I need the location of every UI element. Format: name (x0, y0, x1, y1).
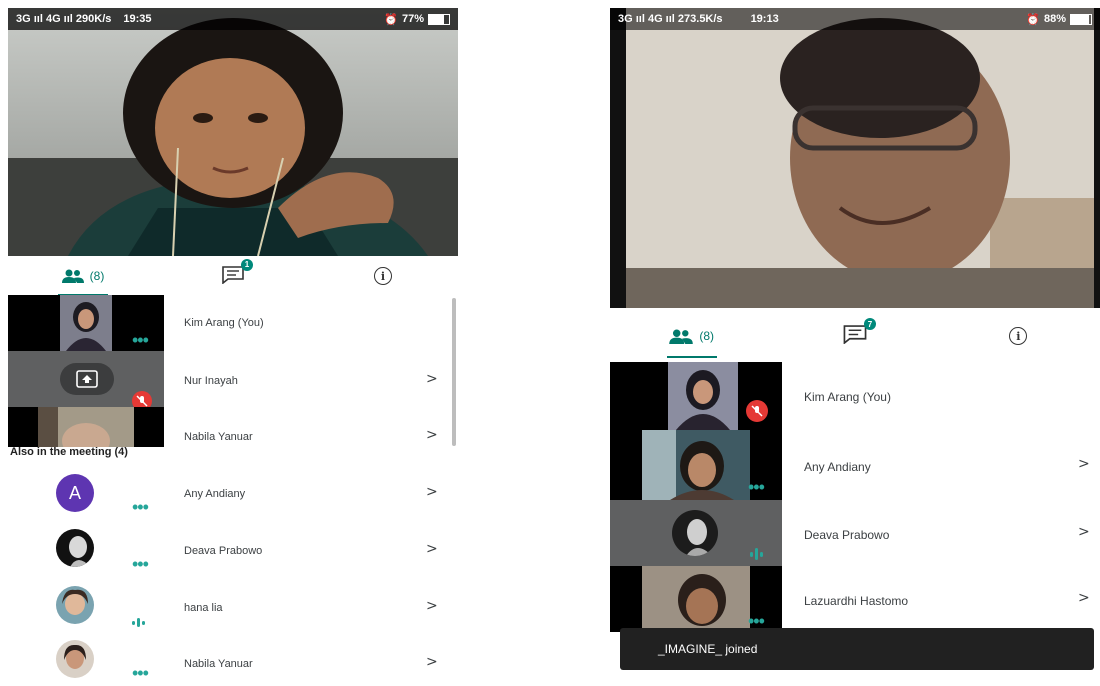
network-status: 3G ııl 4G ııl 273.5K/s (618, 13, 723, 25)
clock: 19:35 (123, 13, 152, 25)
people-count: (8) (699, 329, 714, 343)
clock: 19:13 (750, 13, 779, 25)
tab-info[interactable]: i (937, 314, 1100, 358)
more-options-icon[interactable]: ••• (748, 478, 765, 496)
participant-row[interactable]: Nur Inayah > (8, 351, 458, 407)
left-phone-screen: 3G ııl 4G ııl 290K/s 19:35 ⏰ 77% (8) 1 i… (8, 8, 458, 680)
participant-video-thumb (8, 407, 164, 447)
chevron-right-icon[interactable]: > (1078, 590, 1090, 606)
chat-icon: 1 (222, 258, 253, 287)
screen-share-thumb (8, 351, 164, 407)
main-video-feed[interactable] (8, 8, 458, 256)
battery-icon (428, 13, 450, 25)
join-notification-toast: _IMAGINE_ joined (620, 628, 1094, 670)
participant-row[interactable]: Kim Arang (You) (610, 362, 1100, 430)
chevron-right-icon[interactable]: > (426, 541, 438, 557)
mic-off-icon (132, 391, 152, 407)
avatar (56, 586, 94, 624)
chevron-right-icon[interactable]: > (426, 427, 438, 443)
battery-percent: 88% (1043, 13, 1066, 25)
also-in-meeting-header: Also in the meeting (4) (10, 446, 128, 458)
tab-chat[interactable]: 1 (158, 256, 308, 296)
speaking-indicator-icon (750, 548, 763, 560)
participant-name: Nur Inayah (184, 375, 238, 387)
participant-name: Deava Prabowo (184, 545, 263, 557)
participant-name: hana lia (184, 602, 223, 614)
status-bar: 3G ııl 4G ııl 273.5K/s 19:13 ⏰ 88% (610, 8, 1100, 30)
battery-percent: 77% (401, 13, 424, 25)
chevron-right-icon[interactable]: > (1078, 456, 1090, 472)
tab-chat[interactable]: 7 (773, 314, 936, 358)
avatar: A (56, 474, 94, 512)
battery-icon (1070, 13, 1092, 25)
tab-people[interactable]: (8) (8, 256, 158, 296)
toast-message: _IMAGINE_ joined (658, 642, 758, 656)
main-video-feed[interactable] (610, 8, 1100, 308)
participant-row[interactable]: A ••• Any Andiany > (8, 468, 458, 520)
participant-name: Kim Arang (You) (184, 317, 264, 329)
more-options-icon[interactable]: ••• (132, 498, 149, 516)
participant-name: Any Andiany (184, 488, 246, 500)
tab-people[interactable]: (8) (610, 314, 773, 358)
participant-row[interactable]: Deava Prabowo > (610, 500, 1100, 566)
chat-unread-badge: 1 (241, 258, 253, 271)
participant-name: Nabila Yanuar (184, 431, 253, 443)
people-count: (8) (89, 269, 105, 283)
more-options-icon[interactable]: ••• (748, 612, 765, 630)
meeting-tabs: (8) 7 i (610, 314, 1100, 358)
meeting-tabs: (8) 1 i (8, 256, 458, 296)
more-options-icon[interactable]: ••• (132, 555, 149, 573)
chevron-right-icon[interactable]: > (426, 484, 438, 500)
participant-video-thumb: ••• (8, 295, 164, 351)
participant-row[interactable]: hana lia > (8, 580, 458, 634)
participant-row[interactable]: ••• Lazuardhi Hastomo > (610, 566, 1100, 632)
mic-off-icon (746, 400, 768, 422)
participant-row[interactable]: Nabila Yanuar > (8, 407, 458, 447)
people-icon (669, 329, 694, 344)
alarm-icon: ⏰ (1026, 13, 1040, 26)
info-icon: i (374, 267, 392, 285)
participant-name: Nabila Yanuar (184, 658, 253, 670)
participant-name: Kim Arang (You) (804, 390, 891, 404)
alarm-icon: ⏰ (384, 13, 398, 26)
chat-unread-badge: 7 (863, 318, 876, 330)
people-icon (61, 269, 84, 283)
chevron-right-icon[interactable]: > (1078, 524, 1090, 540)
participant-row[interactable]: ••• Kim Arang (You) (8, 295, 458, 351)
participant-row[interactable]: ••• Nabila Yanuar > (8, 636, 458, 680)
participant-name: Deava Prabowo (804, 528, 890, 542)
more-options-icon[interactable]: ••• (132, 664, 149, 680)
network-status: 3G ııl 4G ııl 290K/s (16, 13, 112, 25)
right-phone-screen: 3G ııl 4G ııl 273.5K/s 19:13 ⏰ 88% (8) 7… (610, 8, 1100, 672)
participant-row[interactable]: ••• Any Andiany > (610, 430, 1100, 500)
chevron-right-icon[interactable]: > (426, 371, 438, 387)
info-icon: i (1009, 327, 1028, 345)
participant-name: Lazuardhi Hastomo (804, 594, 909, 608)
participant-row[interactable]: ••• Deava Prabowo > (8, 523, 458, 577)
status-bar: 3G ııl 4G ııl 290K/s 19:35 ⏰ 77% (8, 8, 458, 30)
avatar (56, 529, 94, 567)
tab-info[interactable]: i (308, 256, 458, 296)
participant-video-thumb: ••• (610, 430, 782, 500)
chevron-right-icon[interactable]: > (426, 654, 438, 670)
present-screen-icon (76, 370, 98, 388)
participant-video-thumb (610, 362, 782, 430)
participant-video-thumb: ••• (610, 566, 782, 632)
chevron-right-icon[interactable]: > (426, 598, 438, 614)
avatar (56, 640, 94, 678)
participant-video-thumb (610, 500, 782, 566)
scrollbar[interactable] (452, 298, 456, 446)
speaking-indicator-icon (132, 618, 145, 627)
avatar (672, 510, 718, 556)
more-options-icon[interactable]: ••• (132, 331, 149, 349)
chat-icon: 7 (843, 318, 876, 347)
participant-name: Any Andiany (804, 460, 871, 474)
